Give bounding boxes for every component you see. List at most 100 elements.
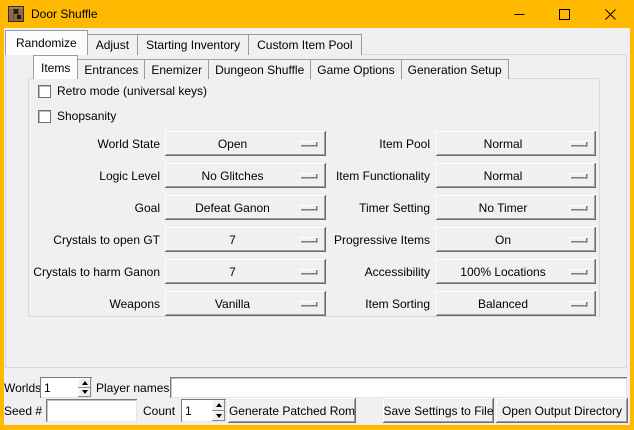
world-state-value: Open	[218, 137, 247, 151]
tab-starting-inventory[interactable]: Starting Inventory	[137, 34, 249, 55]
menu-indicator-icon	[570, 237, 587, 242]
player-names-input[interactable]	[170, 377, 627, 398]
worlds-label: Worlds	[4, 377, 41, 398]
title-bar[interactable]: Door Shuffle	[0, 0, 634, 28]
window-border-right	[630, 0, 634, 430]
triangle-down-icon	[82, 390, 88, 394]
tab-items[interactable]: Items	[33, 55, 78, 79]
player-names-label: Player names	[96, 377, 169, 398]
door-icon[interactable]	[8, 6, 24, 22]
worlds-spinner[interactable]	[40, 377, 92, 398]
menu-indicator-icon	[570, 269, 587, 274]
progressive-items-label: Progressive Items	[318, 227, 430, 252]
crystals-harm-ganon-label: Crystals to harm Ganon	[20, 259, 160, 284]
open-output-directory-button[interactable]: Open Output Directory	[496, 398, 628, 423]
checkbox-unchecked-icon	[38, 110, 51, 123]
goal-value: Defeat Ganon	[195, 201, 270, 215]
window-border-bottom	[0, 425, 634, 430]
progressive-items-value: On	[495, 233, 511, 247]
item-sorting-value: Balanced	[478, 297, 528, 311]
weapons-dropdown[interactable]: Vanilla	[165, 291, 326, 316]
world-state-label: World State	[20, 131, 160, 156]
minimize-button[interactable]	[497, 0, 542, 28]
timer-setting-value: No Timer	[479, 201, 528, 215]
sub-tab-bar: Items Entrances Enemizer Dungeon Shuffle…	[33, 55, 508, 79]
close-icon	[605, 9, 616, 20]
count-label: Count	[143, 398, 175, 423]
item-sorting-label: Item Sorting	[318, 291, 430, 316]
weapons-value: Vanilla	[215, 297, 250, 311]
window-title: Door Shuffle	[31, 0, 98, 28]
tab-dungeon-shuffle[interactable]: Dungeon Shuffle	[208, 59, 311, 79]
retro-mode-label: Retro mode (universal keys)	[57, 84, 207, 98]
tab-custom-item-pool[interactable]: Custom Item Pool	[248, 34, 361, 55]
item-sorting-dropdown[interactable]: Balanced	[436, 291, 596, 316]
crystals-harm-ganon-value: 7	[229, 265, 236, 279]
crystals-harm-ganon-dropdown[interactable]: 7	[165, 259, 326, 284]
count-spinner-buttons	[212, 400, 225, 421]
progressive-items-dropdown[interactable]: On	[436, 227, 596, 252]
accessibility-dropdown[interactable]: 100% Locations	[436, 259, 596, 284]
goal-label: Goal	[20, 195, 160, 220]
logic-level-value: No Glitches	[201, 169, 263, 183]
maximize-button[interactable]	[542, 0, 587, 28]
timer-setting-dropdown[interactable]: No Timer	[436, 195, 596, 220]
item-functionality-value: Normal	[484, 169, 523, 183]
item-pool-value: Normal	[484, 137, 523, 151]
generate-patched-rom-button[interactable]: Generate Patched Rom	[228, 398, 356, 423]
logic-level-dropdown[interactable]: No Glitches	[165, 163, 326, 188]
tab-randomize[interactable]: Randomize	[5, 30, 88, 55]
world-state-dropdown[interactable]: Open	[165, 131, 326, 156]
tab-enemizer[interactable]: Enemizer	[144, 59, 209, 79]
item-pool-dropdown[interactable]: Normal	[436, 131, 596, 156]
menu-indicator-icon	[570, 173, 587, 178]
save-settings-button[interactable]: Save Settings to File	[383, 398, 494, 423]
tab-game-options[interactable]: Game Options	[310, 59, 401, 79]
crystals-open-gt-label: Crystals to open GT	[20, 227, 160, 252]
seed-input[interactable]	[46, 399, 137, 422]
count-input[interactable]	[181, 399, 212, 422]
menu-indicator-icon	[570, 141, 587, 146]
goal-dropdown[interactable]: Defeat Ganon	[165, 195, 326, 220]
accessibility-label: Accessibility	[318, 259, 430, 284]
accessibility-value: 100% Locations	[460, 265, 545, 279]
menu-indicator-icon	[300, 269, 317, 274]
spinner-up-button[interactable]	[78, 378, 91, 388]
seed-label: Seed #	[4, 398, 42, 423]
count-spinner[interactable]	[181, 399, 226, 422]
menu-indicator-icon	[570, 301, 587, 306]
item-functionality-dropdown[interactable]: Normal	[436, 163, 596, 188]
crystals-open-gt-dropdown[interactable]: 7	[165, 227, 326, 252]
tab-adjust[interactable]: Adjust	[87, 34, 138, 55]
menu-indicator-icon	[300, 301, 317, 306]
triangle-up-icon	[216, 403, 222, 407]
maximize-icon	[559, 9, 570, 20]
retro-mode-checkbox[interactable]: Retro mode (universal keys)	[38, 84, 207, 98]
triangle-down-icon	[216, 414, 222, 418]
minimize-icon	[514, 9, 525, 20]
menu-indicator-icon	[300, 173, 317, 178]
app-window: Door Shuffle Randomize Adjust Starting I…	[0, 0, 634, 430]
tab-generation-setup[interactable]: Generation Setup	[401, 59, 509, 79]
shopsanity-checkbox[interactable]: Shopsanity	[38, 109, 116, 123]
close-button[interactable]	[588, 0, 633, 28]
spinner-down-button[interactable]	[212, 411, 225, 422]
worlds-spinner-buttons	[78, 378, 91, 397]
spinner-up-button[interactable]	[212, 400, 225, 411]
item-functionality-label: Item Functionality	[318, 163, 430, 188]
tab-entrances[interactable]: Entrances	[77, 59, 145, 79]
timer-setting-label: Timer Setting	[318, 195, 430, 220]
shopsanity-label: Shopsanity	[57, 109, 116, 123]
spinner-down-button[interactable]	[78, 388, 91, 398]
menu-indicator-icon	[300, 237, 317, 242]
logic-level-label: Logic Level	[20, 163, 160, 188]
window-border-left	[0, 0, 4, 430]
crystals-open-gt-value: 7	[229, 233, 236, 247]
menu-indicator-icon	[300, 141, 317, 146]
item-pool-label: Item Pool	[318, 131, 430, 156]
main-tab-bar: Randomize Adjust Starting Inventory Cust…	[5, 30, 361, 55]
worlds-input[interactable]	[40, 377, 78, 398]
menu-indicator-icon	[300, 205, 317, 210]
checkbox-unchecked-icon	[38, 85, 51, 98]
menu-indicator-icon	[570, 205, 587, 210]
